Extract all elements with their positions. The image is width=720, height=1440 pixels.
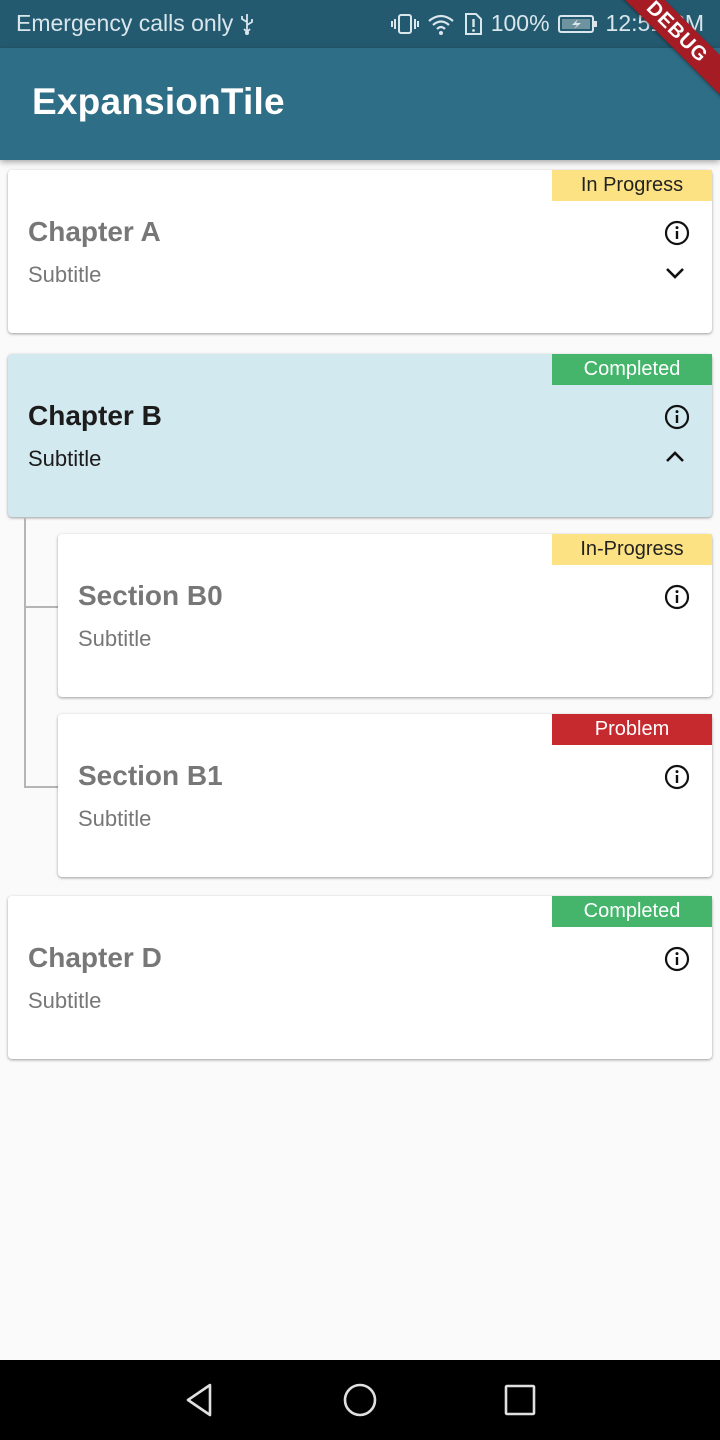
info-icon[interactable]	[664, 946, 690, 972]
sim-alert-icon	[463, 12, 483, 36]
chapter-b-tile[interactable]: Completed Chapter B Subtitle	[8, 354, 712, 517]
status-left: Emergency calls only	[16, 10, 255, 37]
chapter-a-tile[interactable]: In Progress Chapter A Subtitle	[8, 170, 712, 333]
tree-connector-vertical	[24, 518, 26, 788]
page-title: ExpansionTile	[32, 81, 285, 122]
chapter-d-tile[interactable]: Completed Chapter D Subtitle	[8, 896, 712, 1059]
battery-charging-icon	[557, 12, 598, 36]
tile-subtitle: Subtitle	[28, 262, 102, 287]
tile-title: Chapter D	[28, 942, 162, 973]
section-b1-tile[interactable]: Problem Section B1 Subtitle	[58, 714, 712, 877]
tile-subtitle: Subtitle	[78, 806, 152, 831]
vibrate-icon	[390, 12, 419, 36]
section-b0-tile[interactable]: In-Progress Section B0 Subtitle	[58, 534, 712, 697]
tile-subtitle: Subtitle	[78, 626, 152, 651]
chevron-down-icon[interactable]	[664, 262, 686, 284]
status-badge: Completed	[552, 896, 712, 927]
info-icon[interactable]	[664, 404, 690, 430]
usb-icon	[239, 12, 255, 36]
tree-connector-b1	[24, 786, 58, 788]
tile-title: Chapter A	[28, 216, 161, 247]
back-icon[interactable]	[180, 1380, 220, 1420]
tile-subtitle: Subtitle	[28, 988, 102, 1013]
tile-title: Section B0	[78, 580, 223, 611]
status-right: 100% 12:51 PM	[390, 10, 704, 37]
status-bar: Emergency calls only 100% 12:51 PM	[0, 0, 720, 48]
info-icon[interactable]	[664, 764, 690, 790]
info-icon[interactable]	[664, 220, 690, 246]
wifi-icon	[427, 12, 455, 36]
recents-icon[interactable]	[500, 1380, 540, 1420]
tree-connector-b0	[24, 606, 58, 608]
tile-subtitle: Subtitle	[28, 446, 102, 471]
navigation-bar	[0, 1360, 720, 1440]
chevron-up-icon[interactable]	[664, 446, 686, 468]
battery-text: 100%	[490, 10, 550, 36]
status-badge: In Progress	[552, 170, 712, 201]
tile-title: Chapter B	[28, 400, 162, 431]
status-badge: In-Progress	[552, 534, 712, 565]
status-badge: Completed	[552, 354, 712, 385]
carrier-text: Emergency calls only	[16, 10, 234, 36]
home-icon[interactable]	[340, 1380, 380, 1420]
info-icon[interactable]	[664, 584, 690, 610]
status-badge: Problem	[552, 714, 712, 745]
tile-title: Section B1	[78, 760, 223, 791]
time-text: 12:51 PM	[605, 10, 704, 36]
app-bar: ExpansionTile	[0, 48, 720, 160]
